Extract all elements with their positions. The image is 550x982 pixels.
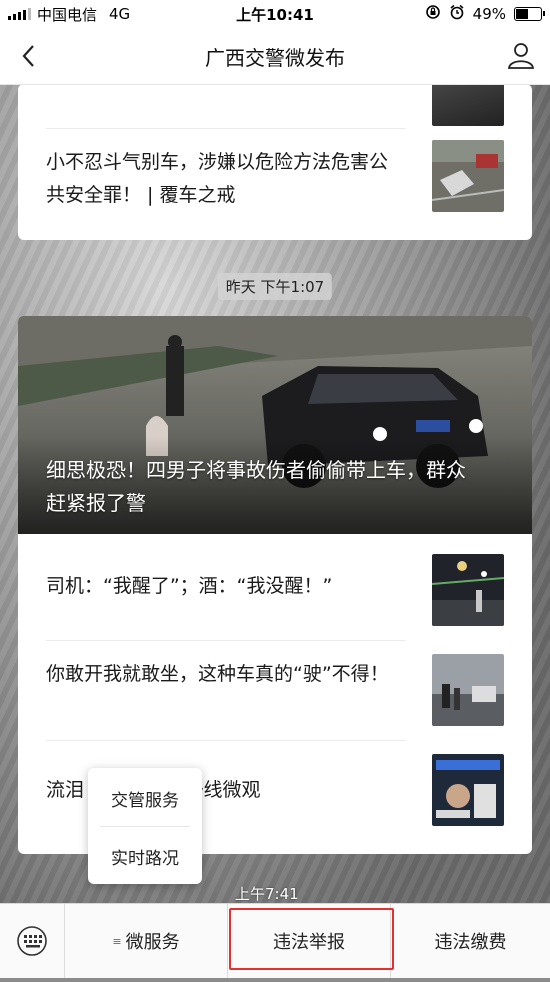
alarm-icon (449, 4, 465, 24)
menu-label: 违法举报 (273, 932, 345, 953)
message-timestamp: 上午7:41 (235, 885, 299, 903)
menu-label: 违法缴费 (434, 932, 507, 953)
article-row[interactable]: 小不忍斗气别车，涉嫌以危险方法危害公共安全罪！ | 覆车之戒 (18, 128, 532, 240)
article-row[interactable]: 你敢开我就敢坐，这种车真的“驶”不得！ (18, 640, 532, 740)
article-title: 你敢开我就敢坐，这种车真的“驶”不得！ (46, 663, 389, 685)
article-row[interactable]: 司机：“我醒了”；酒：“我没醒！” (18, 534, 532, 640)
menu-list-icon: ≡ (112, 934, 122, 948)
nav-bar: 广西交警微发布 (0, 28, 550, 85)
submenu-item-traffic-service[interactable]: 交管服务 (88, 786, 202, 811)
article-thumbnail (432, 84, 504, 126)
battery-icon (514, 7, 545, 21)
menu-micro-service[interactable]: ≡ 微服务 (65, 904, 228, 978)
article-thumbnail (432, 654, 504, 726)
article-row-partial[interactable] (18, 84, 532, 128)
battery-percent: 49% (472, 5, 506, 23)
message-timestamp: 昨天 下午1:07 (217, 273, 333, 300)
menu-violation-payment[interactable]: 违法缴费 (391, 904, 550, 978)
person-icon (507, 43, 535, 69)
profile-button[interactable] (506, 40, 536, 70)
signal-icon (8, 8, 31, 20)
article-thumbnail (432, 554, 504, 626)
article-thumbnail (432, 754, 504, 826)
menu-violation-report[interactable]: 违法举报 (228, 904, 391, 978)
article-thumbnail (432, 140, 504, 212)
keyboard-icon (17, 926, 47, 956)
rotation-lock-icon (425, 4, 441, 24)
submenu-item-live-traffic[interactable]: 实时路况 (88, 844, 202, 869)
menu-label: 微服务 (125, 932, 180, 953)
network-label: 4G (109, 5, 131, 23)
submenu-popup: 交管服务 实时路况 (88, 768, 202, 884)
keyboard-toggle-button[interactable] (0, 904, 65, 978)
status-bar: 中国电信 4G 上午10:41 49% (0, 0, 550, 28)
page-title: 广西交警微发布 (205, 46, 345, 70)
article-card: 小不忍斗气别车，涉嫌以危险方法危害公共安全罪！ | 覆车之戒 (18, 84, 532, 240)
featured-title: 细思极恐！四男子将事故伤者偷偷带上车，群众赶紧报了警 (46, 458, 466, 515)
article-title: 小不忍斗气别车，涉嫌以危险方法危害公共安全罪！ | 覆车之戒 (46, 151, 389, 206)
menu-bar: ≡ 微服务 违法举报 违法缴费 (0, 903, 550, 978)
article-title: 司机：“我醒了”；酒：“我没醒！” (46, 575, 333, 597)
carrier-label: 中国电信 (37, 5, 98, 24)
featured-article[interactable]: 细思极恐！四男子将事故伤者偷偷带上车，群众赶紧报了警 (18, 316, 532, 534)
